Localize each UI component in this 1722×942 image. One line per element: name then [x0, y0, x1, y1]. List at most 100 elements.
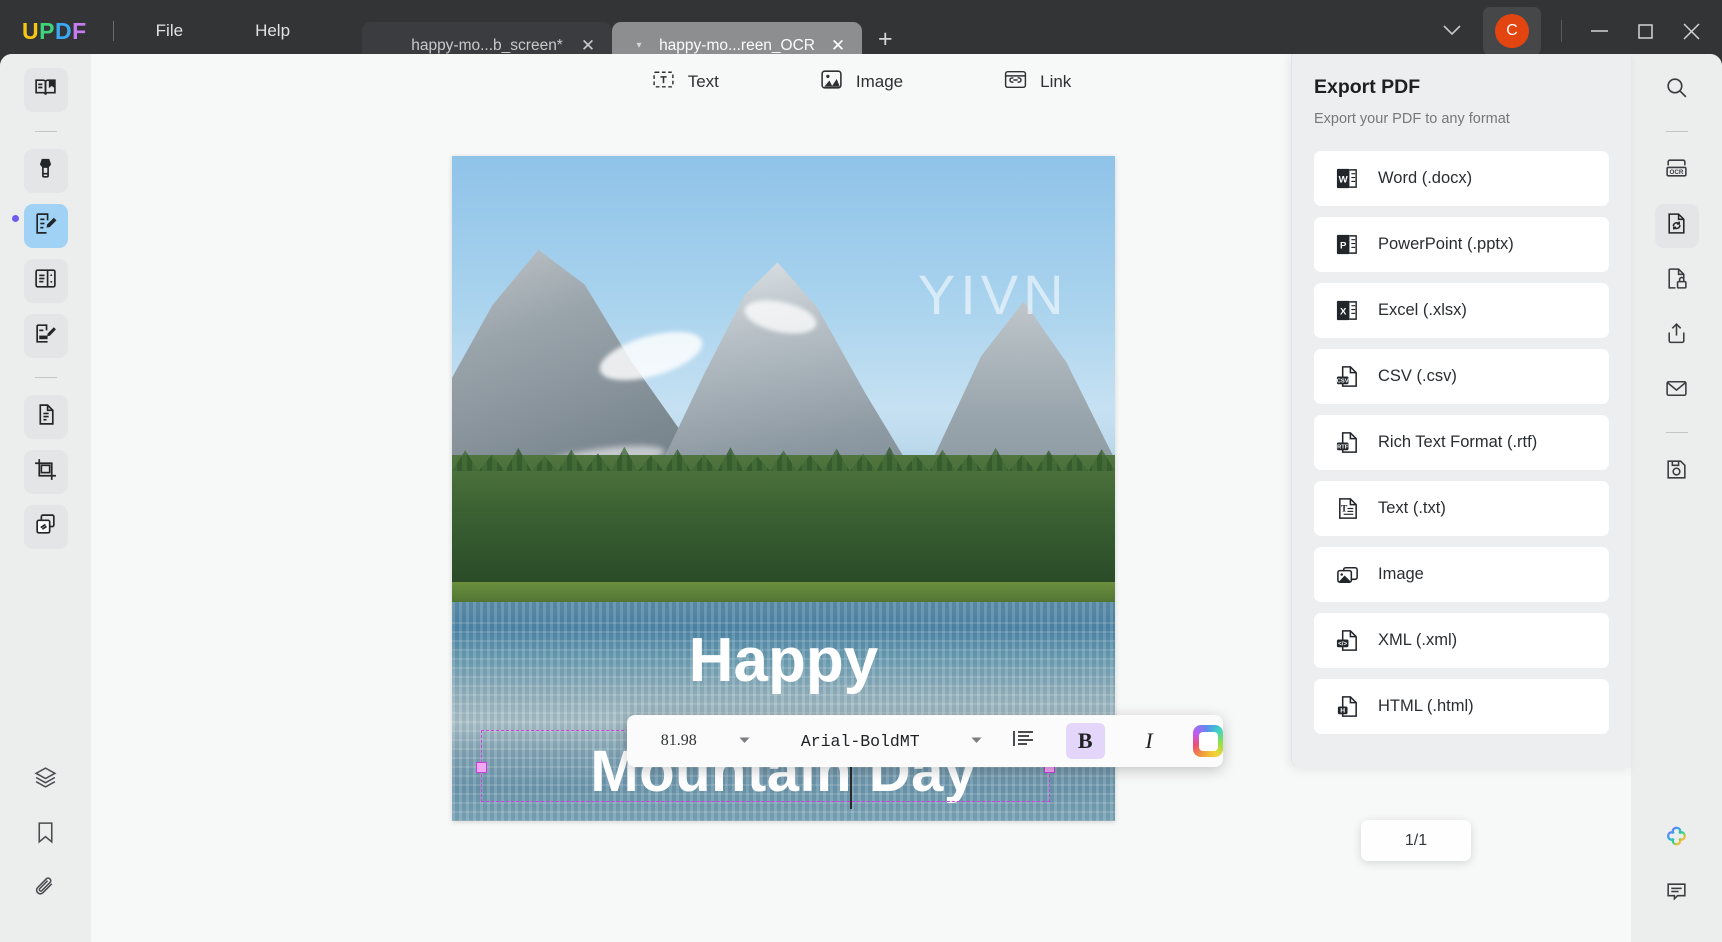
- image-icon: [819, 67, 844, 97]
- sidebar-item-crop[interactable]: [23, 450, 68, 494]
- menu-divider: [112, 21, 114, 41]
- add-link-label: Link: [1040, 72, 1072, 91]
- sidebar-item-edit-pdf[interactable]: [23, 204, 68, 248]
- export-option-powerpoint[interactable]: P PowerPoint (.pptx): [1314, 217, 1609, 272]
- minimize-button[interactable]: [1576, 11, 1622, 51]
- menu-file[interactable]: File: [140, 15, 199, 47]
- export-option-excel[interactable]: X Excel (.xlsx): [1314, 283, 1609, 338]
- page-indicator[interactable]: 1/1: [1361, 820, 1471, 861]
- logo-letter-f: F: [72, 17, 87, 44]
- sidebar-item-ocr[interactable]: OCR: [1655, 149, 1699, 193]
- add-link-button[interactable]: Link: [993, 61, 1081, 103]
- rtf-icon: RTF: [1334, 430, 1360, 456]
- svg-text:W: W: [1338, 174, 1348, 185]
- tab-strip: happy-mo...b_screen* ✕ ▾ happy-mo...reen…: [362, 0, 893, 69]
- new-tab-button[interactable]: +: [878, 25, 893, 54]
- sidebar-item-convert[interactable]: [23, 395, 68, 439]
- bold-label: B: [1077, 728, 1093, 753]
- logo-letter-d: D: [54, 17, 73, 44]
- logo-letter-u: U: [22, 17, 40, 44]
- headline-line-1: Happy: [688, 625, 879, 695]
- export-option-label: Excel (.xlsx): [1378, 301, 1467, 319]
- batch-copy-icon: [33, 512, 58, 542]
- sidebar-item-bookmark[interactable]: [24, 813, 68, 857]
- bookmark-icon: [33, 820, 58, 850]
- svg-text:RTF: RTF: [1337, 445, 1349, 451]
- search-icon: [1664, 75, 1689, 105]
- export-option-html[interactable]: H HTML (.html): [1314, 679, 1609, 734]
- close-button[interactable]: [1668, 11, 1714, 51]
- sidebar-item-form[interactable]: [23, 314, 68, 358]
- account-button[interactable]: C: [1483, 7, 1541, 55]
- chevron-down-icon[interactable]: ▾: [632, 40, 646, 51]
- text-box-icon: [651, 67, 676, 97]
- export-option-rtf[interactable]: RTF Rich Text Format (.rtf): [1314, 415, 1609, 470]
- export-option-txt[interactable]: T Text (.txt): [1314, 481, 1609, 536]
- word-icon: W: [1334, 166, 1360, 192]
- menu-help[interactable]: Help: [239, 15, 306, 47]
- updf-window: UPDF File Help happy-mo...b_screen* ✕ ▾ …: [0, 0, 1722, 942]
- tab-close-icon[interactable]: ✕: [828, 36, 848, 56]
- export-option-csv[interactable]: CSV CSV (.csv): [1314, 349, 1609, 404]
- sidebar-item-batch[interactable]: [23, 505, 68, 549]
- export-option-label: Word (.docx): [1378, 169, 1473, 187]
- sidebar-item-ai-assistant[interactable]: [1655, 817, 1699, 861]
- tab-title: happy-mo...b_screen*: [411, 36, 563, 54]
- window-controls-group: C: [1427, 7, 1722, 55]
- updf-logo: UPDF: [22, 18, 87, 45]
- resize-handle-left[interactable]: [476, 762, 487, 773]
- export-option-label: CSV (.csv): [1378, 367, 1457, 385]
- sidebar-item-page[interactable]: [23, 259, 68, 303]
- sidebar-item-email[interactable]: [1655, 369, 1699, 413]
- font-family-dropdown-icon[interactable]: [963, 732, 990, 750]
- add-image-label: Image: [855, 72, 904, 91]
- rail-divider: [34, 377, 57, 378]
- powerpoint-icon: P: [1334, 232, 1360, 258]
- envelope-icon: [1664, 376, 1689, 406]
- bold-button[interactable]: B: [1065, 723, 1105, 759]
- export-pdf-panel: Export PDF Export your PDF to any format…: [1291, 54, 1631, 768]
- export-panel-subtitle: Export your PDF to any format: [1314, 111, 1510, 127]
- font-size-value[interactable]: 81.98: [627, 732, 731, 750]
- save-floppy-icon: [1664, 457, 1689, 487]
- italic-button[interactable]: I: [1130, 723, 1169, 759]
- svg-text:T: T: [1340, 503, 1347, 514]
- sidebar-item-save[interactable]: [1655, 450, 1699, 494]
- svg-text:</>: </>: [1338, 641, 1347, 648]
- sidebar-item-layers[interactable]: [24, 758, 68, 802]
- sidebar-item-reader[interactable]: [23, 68, 68, 112]
- excel-icon: X: [1334, 298, 1360, 324]
- left-toolbar: [0, 54, 91, 942]
- page-organize-icon: [33, 266, 58, 296]
- sidebar-item-comments[interactable]: [1655, 872, 1699, 916]
- add-text-button[interactable]: Text: [641, 61, 729, 103]
- tool-indicator-dot: [12, 215, 19, 222]
- export-option-xml[interactable]: </> XML (.xml): [1314, 613, 1609, 668]
- html-icon: H: [1334, 694, 1360, 720]
- export-option-image[interactable]: Image: [1314, 547, 1609, 602]
- document-lock-icon: [1664, 266, 1689, 296]
- tab-close-icon[interactable]: ✕: [578, 36, 598, 56]
- title-bar: UPDF File Help happy-mo...b_screen* ✕ ▾ …: [0, 0, 1722, 69]
- chevron-down-icon[interactable]: [1427, 13, 1477, 50]
- font-family-value[interactable]: Arial-BoldMT: [758, 732, 963, 751]
- align-button[interactable]: [1004, 723, 1043, 759]
- export-option-word[interactable]: W Word (.docx): [1314, 151, 1609, 206]
- highlighter-icon: [33, 156, 58, 186]
- add-image-button[interactable]: Image: [809, 61, 913, 103]
- workspace: Text Image Link YIVN Happy Mountain Day …: [0, 54, 1722, 942]
- sidebar-item-comment[interactable]: [23, 149, 68, 193]
- export-option-label: HTML (.html): [1378, 697, 1474, 715]
- rail-divider: [1665, 131, 1688, 132]
- comment-bubble-icon: [1664, 879, 1689, 909]
- sidebar-item-share[interactable]: [1655, 314, 1699, 358]
- sidebar-item-export[interactable]: [1654, 204, 1699, 248]
- svg-text:H: H: [1340, 708, 1345, 715]
- sidebar-item-search[interactable]: [1655, 68, 1699, 112]
- font-size-dropdown-icon[interactable]: [731, 732, 758, 750]
- sidebar-item-attachment[interactable]: [24, 868, 68, 912]
- text-color-button[interactable]: [1193, 725, 1224, 757]
- maximize-button[interactable]: [1622, 11, 1668, 51]
- right-toolbar: OCR: [1631, 54, 1722, 942]
- sidebar-item-protect[interactable]: [1655, 259, 1699, 303]
